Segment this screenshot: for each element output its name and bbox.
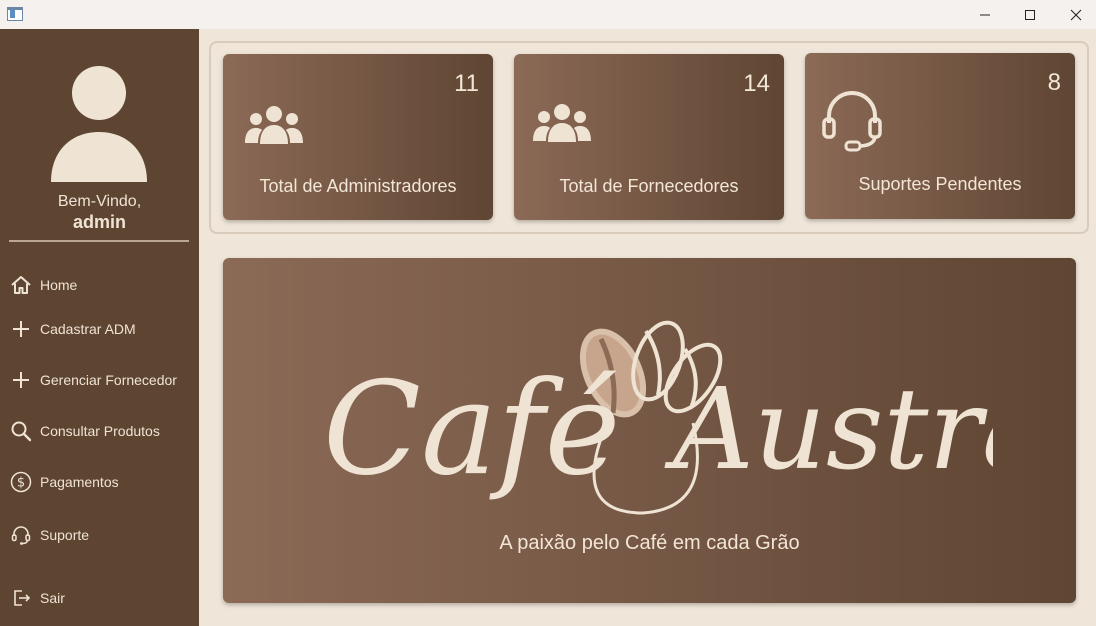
logo-cafe-text: Café — [323, 355, 620, 504]
card-label: Suportes Pendentes — [858, 174, 1022, 194]
sidebar-item-label: Sair — [40, 590, 65, 606]
close-icon — [1070, 9, 1082, 20]
svg-text:$: $ — [17, 476, 25, 491]
brand-banner: Café Austral A paixão pelo Café em cada … — [223, 258, 1076, 603]
sidebar-item-consultar-produtos[interactable]: Consultar Produtos — [0, 414, 199, 448]
maximize-button[interactable] — [1007, 0, 1053, 29]
search-icon — [10, 420, 32, 442]
sidebar-item-label: Pagamentos — [40, 474, 119, 490]
minimize-button[interactable] — [962, 0, 1008, 29]
username: admin — [72, 212, 126, 232]
card-label: Total de Fornecedores — [559, 176, 739, 196]
card-count: 8 — [1047, 69, 1061, 96]
minimize-icon — [980, 14, 990, 15]
sidebar-item-suporte[interactable]: Suporte — [0, 518, 199, 552]
sidebar-item-gerenciar-fornecedor[interactable]: Gerenciar Fornecedor — [0, 363, 199, 397]
card-total-fornecedores[interactable]: 14 Total de Fornecedores — [514, 54, 784, 220]
plus-icon — [10, 369, 32, 391]
plus-icon — [10, 318, 32, 340]
sidebar-item-cadastrar-adm[interactable]: Cadastrar ADM — [0, 312, 199, 346]
card-count: 14 — [743, 70, 770, 97]
sidebar-item-label: Cadastrar ADM — [40, 321, 136, 337]
welcome-text: Bem-Vindo, — [57, 193, 142, 210]
sidebar-item-label: Consultar Produtos — [40, 423, 160, 439]
logo-austral-text: Austral — [664, 365, 993, 495]
sidebar-divider — [9, 240, 189, 242]
close-button[interactable] — [1053, 0, 1096, 29]
card-label: Total de Administradores — [259, 176, 457, 196]
headset-icon — [822, 91, 882, 152]
sidebar-item-sair[interactable]: Sair — [0, 581, 199, 615]
card-suportes-pendentes[interactable]: 8 Suportes Pendentes — [805, 53, 1075, 219]
cafe-austral-logo: Café Austral — [323, 320, 993, 515]
sidebar-item-label: Home — [40, 277, 78, 293]
sidebar-item-home[interactable]: Home — [0, 268, 199, 302]
sidebar-item-label: Gerenciar Fornecedor — [40, 372, 177, 388]
app-icon — [7, 7, 23, 21]
title-bar — [0, 0, 1096, 29]
sidebar-item-pagamentos[interactable]: $ Pagamentos — [0, 465, 199, 499]
banner-tagline: A paixão pelo Café em cada Grão — [499, 532, 800, 554]
headset-icon — [10, 524, 32, 546]
users-group-icon — [533, 104, 591, 142]
sidebar: Bem-Vindo, admin Home Cadastrar ADM Gere… — [0, 29, 199, 626]
logout-icon — [10, 587, 32, 609]
card-total-administradores[interactable]: 11 Total de Administradores — [223, 54, 493, 220]
dollar-circle-icon: $ — [10, 471, 32, 493]
maximize-icon — [1025, 9, 1035, 20]
users-group-icon — [245, 106, 303, 144]
card-count: 11 — [454, 70, 479, 97]
sidebar-item-label: Suporte — [40, 527, 90, 543]
user-avatar-icon — [51, 66, 147, 182]
home-icon — [10, 274, 32, 296]
